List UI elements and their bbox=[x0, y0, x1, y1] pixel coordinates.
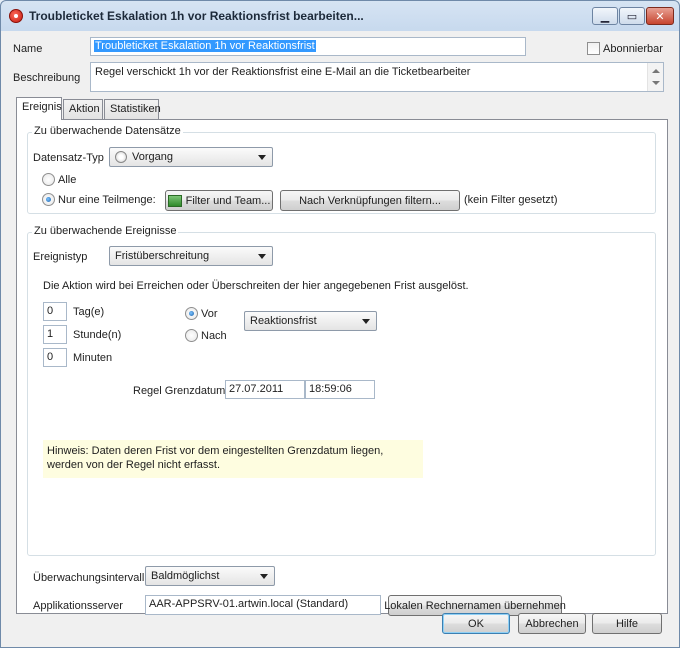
description-value: Regel verschickt 1h vor der Reaktionsfri… bbox=[95, 66, 471, 78]
tab-ereignis[interactable]: Ereignis bbox=[16, 97, 62, 120]
minutes-label: Minuten bbox=[73, 352, 113, 364]
dialog-client: Name Troubleticket Eskalation 1h vor Rea… bbox=[3, 31, 677, 645]
filter-team-button-label: Filter und Team... bbox=[185, 194, 271, 207]
interval-value: Baldmöglichst bbox=[151, 570, 220, 582]
close-icon[interactable]: ✕ bbox=[646, 7, 674, 25]
all-records-radio[interactable] bbox=[42, 173, 55, 186]
tab-statistiken[interactable]: Statistiken bbox=[104, 99, 161, 119]
event-type-value: Fristüberschreitung bbox=[115, 250, 210, 262]
deadline-select[interactable]: Reaktionsfrist bbox=[244, 311, 377, 331]
interval-select[interactable]: Baldmöglichst bbox=[145, 566, 275, 586]
tab-aktion[interactable]: Aktion bbox=[63, 99, 103, 119]
dialog-window: Troubleticket Eskalation 1h vor Reaktion… bbox=[0, 0, 680, 648]
days-input[interactable]: 0 bbox=[43, 302, 67, 321]
interval-label: Überwachungsintervall bbox=[33, 572, 145, 584]
ok-button[interactable]: OK bbox=[442, 613, 510, 634]
record-type-label: Datensatz-Typ bbox=[33, 152, 104, 164]
scroll-up-icon[interactable] bbox=[652, 69, 660, 73]
hours-label: Stunde(n) bbox=[73, 329, 122, 341]
limit-date-label: Regel Grenzdatum bbox=[133, 385, 226, 397]
all-records-label: Alle bbox=[58, 174, 77, 186]
title-bar[interactable]: Troubleticket Eskalation 1h vor Reaktion… bbox=[1, 1, 679, 31]
record-type-select[interactable]: Vorgang bbox=[109, 147, 273, 167]
after-radio[interactable] bbox=[185, 329, 198, 342]
server-input[interactable]: AAR-APPSRV-01.artwin.local (Standard) bbox=[145, 595, 381, 615]
after-label: Nach bbox=[201, 330, 227, 342]
window-title: Troubleticket Eskalation 1h vor Reaktion… bbox=[29, 9, 364, 23]
name-input[interactable]: Troubleticket Eskalation 1h vor Reaktion… bbox=[90, 37, 526, 56]
filter-status: (kein Filter gesetzt) bbox=[464, 194, 558, 206]
chevron-down-icon bbox=[260, 574, 268, 579]
events-group-title: Zu überwachende Ereignisse bbox=[32, 225, 179, 237]
minimize-icon[interactable]: ▁ bbox=[592, 7, 618, 25]
limit-date-input[interactable]: 27.07.2011 bbox=[225, 380, 305, 399]
help-button[interactable]: Hilfe bbox=[592, 613, 662, 634]
chevron-down-icon bbox=[362, 319, 370, 324]
cancel-button[interactable]: Abbrechen bbox=[518, 613, 586, 634]
before-radio[interactable] bbox=[185, 307, 198, 320]
maximize-icon[interactable]: ▭ bbox=[619, 7, 645, 25]
event-type-select[interactable]: Fristüberschreitung bbox=[109, 246, 273, 266]
before-label: Vor bbox=[201, 308, 218, 320]
name-input-value: Troubleticket Eskalation 1h vor Reaktion… bbox=[94, 40, 316, 52]
deadline-value: Reaktionsfrist bbox=[250, 315, 317, 327]
chevron-down-icon bbox=[258, 254, 266, 259]
subscribe-checkbox[interactable] bbox=[587, 42, 600, 55]
event-info-text: Die Aktion wird bei Erreichen oder Übers… bbox=[43, 280, 469, 292]
description-scrollbar[interactable] bbox=[647, 63, 663, 91]
tab-strip: Ereignis Aktion Statistiken bbox=[16, 97, 316, 120]
limit-time-input[interactable]: 18:59:06 bbox=[305, 380, 375, 399]
description-input[interactable]: Regel verschickt 1h vor der Reaktionsfri… bbox=[90, 62, 664, 92]
filter-team-button[interactable]: Filter und Team... bbox=[165, 190, 273, 211]
minutes-input[interactable]: 0 bbox=[43, 348, 67, 367]
records-group-title: Zu überwachende Datensätze bbox=[32, 125, 183, 137]
filter-icon bbox=[167, 194, 182, 207]
record-type-value: Vorgang bbox=[132, 151, 173, 163]
name-label: Name bbox=[13, 43, 43, 55]
scroll-down-icon[interactable] bbox=[652, 81, 660, 85]
record-type-icon bbox=[115, 151, 127, 163]
hint-box: Hinweis: Daten deren Frist vor dem einge… bbox=[43, 440, 423, 478]
hours-input[interactable]: 1 bbox=[43, 325, 67, 344]
subset-records-label: Nur eine Teilmenge: bbox=[58, 194, 156, 206]
tab-panel-ereignis: Zu überwachende Datensätze Datensatz-Typ… bbox=[16, 119, 668, 616]
subscribe-label: Abonnierbar bbox=[603, 43, 663, 55]
days-label: Tag(e) bbox=[73, 306, 105, 318]
event-type-label: Ereignistyp bbox=[33, 251, 88, 263]
app-icon bbox=[9, 9, 23, 23]
link-filter-button[interactable]: Nach Verknüpfungen filtern... bbox=[280, 190, 460, 211]
description-label: Beschreibung bbox=[13, 72, 81, 84]
chevron-down-icon bbox=[258, 155, 266, 160]
subset-records-radio[interactable] bbox=[42, 193, 55, 206]
server-label: Applikationsserver bbox=[33, 600, 123, 612]
